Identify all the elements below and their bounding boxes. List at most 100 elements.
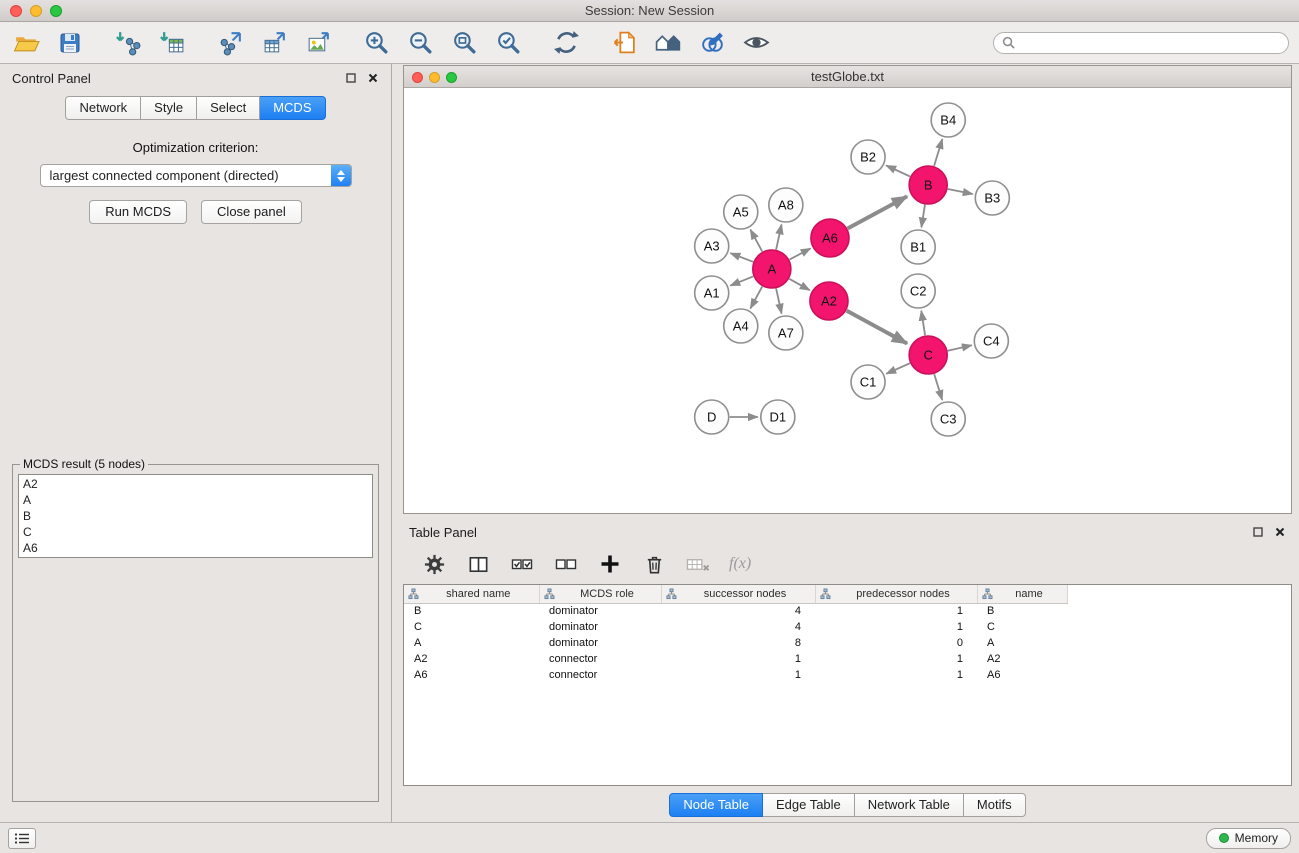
graph-edge-A-A7[interactable] bbox=[776, 289, 781, 314]
graph-node-C3[interactable]: C3 bbox=[931, 402, 965, 436]
graph-node-B3[interactable]: B3 bbox=[975, 181, 1009, 215]
network-minimize-button[interactable] bbox=[429, 72, 440, 83]
graph-node-A8[interactable]: A8 bbox=[769, 188, 803, 222]
zoom-selected-button[interactable] bbox=[492, 27, 524, 59]
table-cell[interactable]: A2 bbox=[404, 651, 539, 667]
graph-edge-B-B1[interactable] bbox=[921, 205, 925, 228]
add-column-button[interactable] bbox=[597, 551, 623, 577]
home-networks-button[interactable] bbox=[652, 27, 684, 59]
search-field[interactable] bbox=[993, 32, 1289, 54]
task-history-button[interactable] bbox=[8, 828, 36, 849]
graph-edge-B-B3[interactable] bbox=[948, 189, 973, 194]
graph-edge-A-A4[interactable] bbox=[750, 287, 762, 309]
table-cell[interactable]: connector bbox=[539, 667, 661, 683]
select-all-rows-button[interactable] bbox=[509, 551, 535, 577]
delete-table-button[interactable] bbox=[685, 551, 711, 577]
open-recent-button[interactable] bbox=[608, 27, 640, 59]
graph-edge-A2-C[interactable] bbox=[847, 311, 907, 344]
annotations-button[interactable] bbox=[696, 27, 728, 59]
search-input[interactable] bbox=[1020, 36, 1280, 50]
graph-node-C4[interactable]: C4 bbox=[974, 324, 1008, 358]
tab-edge-table[interactable]: Edge Table bbox=[763, 793, 855, 817]
export-image-button[interactable] bbox=[302, 27, 334, 59]
table-cell[interactable]: A2 bbox=[977, 651, 1067, 667]
graph-edge-B-B4[interactable] bbox=[934, 139, 942, 166]
memory-button[interactable]: Memory bbox=[1206, 828, 1291, 849]
graph-node-A5[interactable]: A5 bbox=[724, 195, 758, 229]
table-cell[interactable]: dominator bbox=[539, 603, 661, 619]
tab-mcds[interactable]: MCDS bbox=[260, 96, 325, 120]
table-cell[interactable]: 4 bbox=[661, 603, 815, 619]
node-table-container[interactable]: shared name MCDS role successor nodes bbox=[403, 584, 1292, 786]
column-header-name[interactable]: name bbox=[977, 585, 1067, 603]
mcds-result-item[interactable]: A2 bbox=[23, 476, 368, 492]
table-cell[interactable]: 1 bbox=[815, 603, 977, 619]
mcds-result-item[interactable]: C bbox=[23, 524, 368, 540]
tab-node-table[interactable]: Node Table bbox=[669, 793, 763, 817]
open-file-button[interactable] bbox=[10, 27, 42, 59]
graph-edge-B-B2[interactable] bbox=[886, 166, 910, 177]
table-cell[interactable]: B bbox=[404, 603, 539, 619]
save-session-button[interactable] bbox=[54, 27, 86, 59]
graph-edge-C-C4[interactable] bbox=[948, 345, 972, 350]
graph-edge-A-A2[interactable] bbox=[789, 279, 809, 290]
zoom-fit-button[interactable] bbox=[448, 27, 480, 59]
graph-node-B1[interactable]: B1 bbox=[901, 230, 935, 264]
network-close-button[interactable] bbox=[412, 72, 423, 83]
table-cell[interactable]: A bbox=[404, 635, 539, 651]
table-float-button[interactable] bbox=[1252, 526, 1264, 538]
graph-node-A6[interactable]: A6 bbox=[811, 219, 849, 257]
tab-motifs[interactable]: Motifs bbox=[964, 793, 1026, 817]
table-cell[interactable]: A6 bbox=[404, 667, 539, 683]
table-row[interactable]: A6connector11A6 bbox=[404, 667, 1067, 683]
table-cell[interactable]: A bbox=[977, 635, 1067, 651]
minimize-window-button[interactable] bbox=[30, 5, 42, 17]
table-row[interactable]: Adominator80A bbox=[404, 635, 1067, 651]
table-cell[interactable]: 1 bbox=[661, 651, 815, 667]
table-cell[interactable]: C bbox=[404, 619, 539, 635]
table-close-button[interactable] bbox=[1274, 526, 1286, 538]
table-row[interactable]: Cdominator41C bbox=[404, 619, 1067, 635]
table-cell[interactable]: dominator bbox=[539, 635, 661, 651]
export-table-button[interactable] bbox=[258, 27, 290, 59]
table-cell[interactable]: C bbox=[977, 619, 1067, 635]
graph-edge-A-A8[interactable] bbox=[776, 225, 781, 250]
graph-edge-C-C3[interactable] bbox=[934, 374, 942, 400]
deselect-all-rows-button[interactable] bbox=[553, 551, 579, 577]
criterion-select[interactable]: largest connected component (directed) bbox=[40, 164, 352, 187]
table-cell[interactable]: 1 bbox=[815, 667, 977, 683]
zoom-in-button[interactable] bbox=[360, 27, 392, 59]
tab-network[interactable]: Network bbox=[65, 96, 141, 120]
graph-node-A7[interactable]: A7 bbox=[769, 316, 803, 350]
zoom-out-button[interactable] bbox=[404, 27, 436, 59]
graph-node-C[interactable]: C bbox=[909, 336, 947, 374]
graph-node-A1[interactable]: A1 bbox=[695, 276, 729, 310]
table-settings-button[interactable] bbox=[421, 551, 447, 577]
table-cell[interactable]: 4 bbox=[661, 619, 815, 635]
mcds-result-list[interactable]: A2ABCA6 bbox=[18, 474, 373, 558]
table-cell[interactable]: 1 bbox=[815, 651, 977, 667]
graph-node-D1[interactable]: D1 bbox=[761, 400, 795, 434]
zoom-window-button[interactable] bbox=[50, 5, 62, 17]
graph-edge-A-A6[interactable] bbox=[789, 248, 810, 259]
graph-node-B4[interactable]: B4 bbox=[931, 103, 965, 137]
graph-node-A4[interactable]: A4 bbox=[724, 309, 758, 343]
column-header-shared-name[interactable]: shared name bbox=[404, 585, 539, 603]
table-cell[interactable]: 1 bbox=[661, 667, 815, 683]
show-hide-details-button[interactable] bbox=[740, 27, 772, 59]
graph-node-A[interactable]: A bbox=[753, 250, 791, 288]
graph-edge-A-A1[interactable] bbox=[730, 276, 753, 285]
export-network-button[interactable] bbox=[214, 27, 246, 59]
import-table-button[interactable] bbox=[156, 27, 188, 59]
apply-layout-button[interactable] bbox=[550, 27, 582, 59]
close-panel-button[interactable] bbox=[367, 72, 379, 84]
table-row[interactable]: Bdominator41B bbox=[404, 603, 1067, 619]
function-builder-button[interactable]: f(x) bbox=[729, 555, 751, 573]
close-window-button[interactable] bbox=[10, 5, 22, 17]
graph-node-B2[interactable]: B2 bbox=[851, 140, 885, 174]
table-cell[interactable]: 1 bbox=[815, 619, 977, 635]
run-mcds-button[interactable]: Run MCDS bbox=[89, 200, 187, 224]
graph-edge-C-C2[interactable] bbox=[921, 311, 925, 335]
column-header-mcds-role[interactable]: MCDS role bbox=[539, 585, 661, 603]
tab-style[interactable]: Style bbox=[141, 96, 197, 120]
